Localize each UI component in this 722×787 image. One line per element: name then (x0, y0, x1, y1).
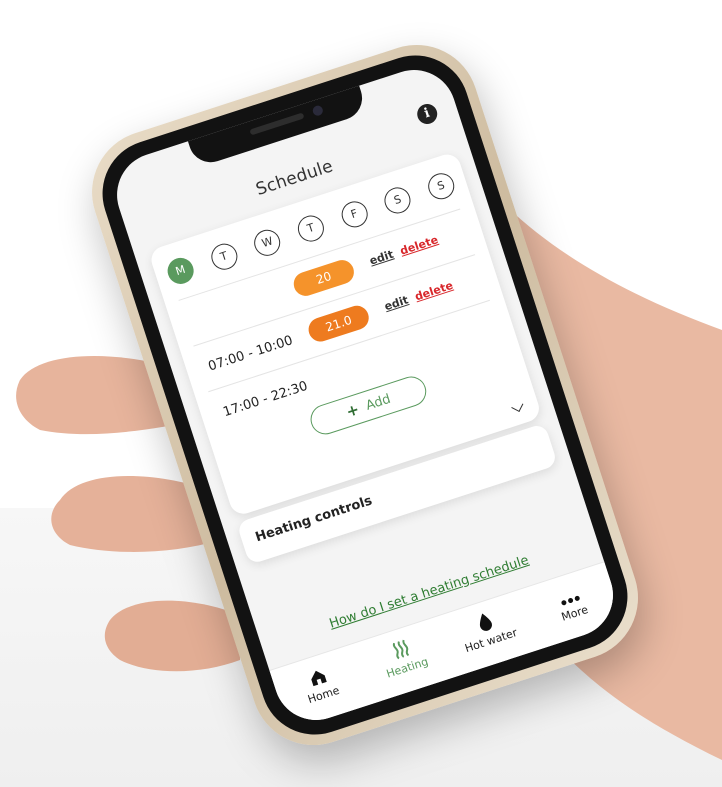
day-tuesday[interactable]: T (207, 240, 241, 274)
day-monday[interactable]: M (164, 254, 198, 288)
temperature-pill[interactable]: 20 (290, 257, 358, 299)
speaker-grille (249, 112, 305, 136)
front-camera (311, 104, 325, 117)
chevron-down-icon[interactable] (511, 399, 524, 413)
day-saturday[interactable]: S (381, 183, 415, 217)
day-thursday[interactable]: T (294, 212, 328, 245)
temperature-pill[interactable]: 21.0 (305, 302, 372, 345)
day-sunday[interactable]: S (424, 169, 458, 203)
edit-link[interactable]: edit (368, 248, 395, 268)
tab-home[interactable]: Home (281, 656, 359, 712)
edit-link[interactable]: edit (383, 293, 410, 313)
day-wednesday[interactable]: W (251, 226, 284, 260)
time-range: 17:00 - 22:30 (221, 378, 310, 421)
plus-icon: + (343, 400, 362, 422)
delete-link[interactable]: delete (413, 279, 454, 304)
add-label: Add (363, 391, 393, 414)
tab-hot-water[interactable]: Hot water (449, 602, 527, 658)
tab-heating[interactable]: Heating (365, 629, 443, 685)
water-drop-icon (479, 613, 492, 631)
heating-icon (392, 639, 410, 660)
tab-more[interactable]: More (532, 575, 610, 631)
home-icon (311, 670, 327, 687)
day-friday[interactable]: F (337, 198, 371, 231)
delete-link[interactable]: delete (398, 233, 439, 258)
